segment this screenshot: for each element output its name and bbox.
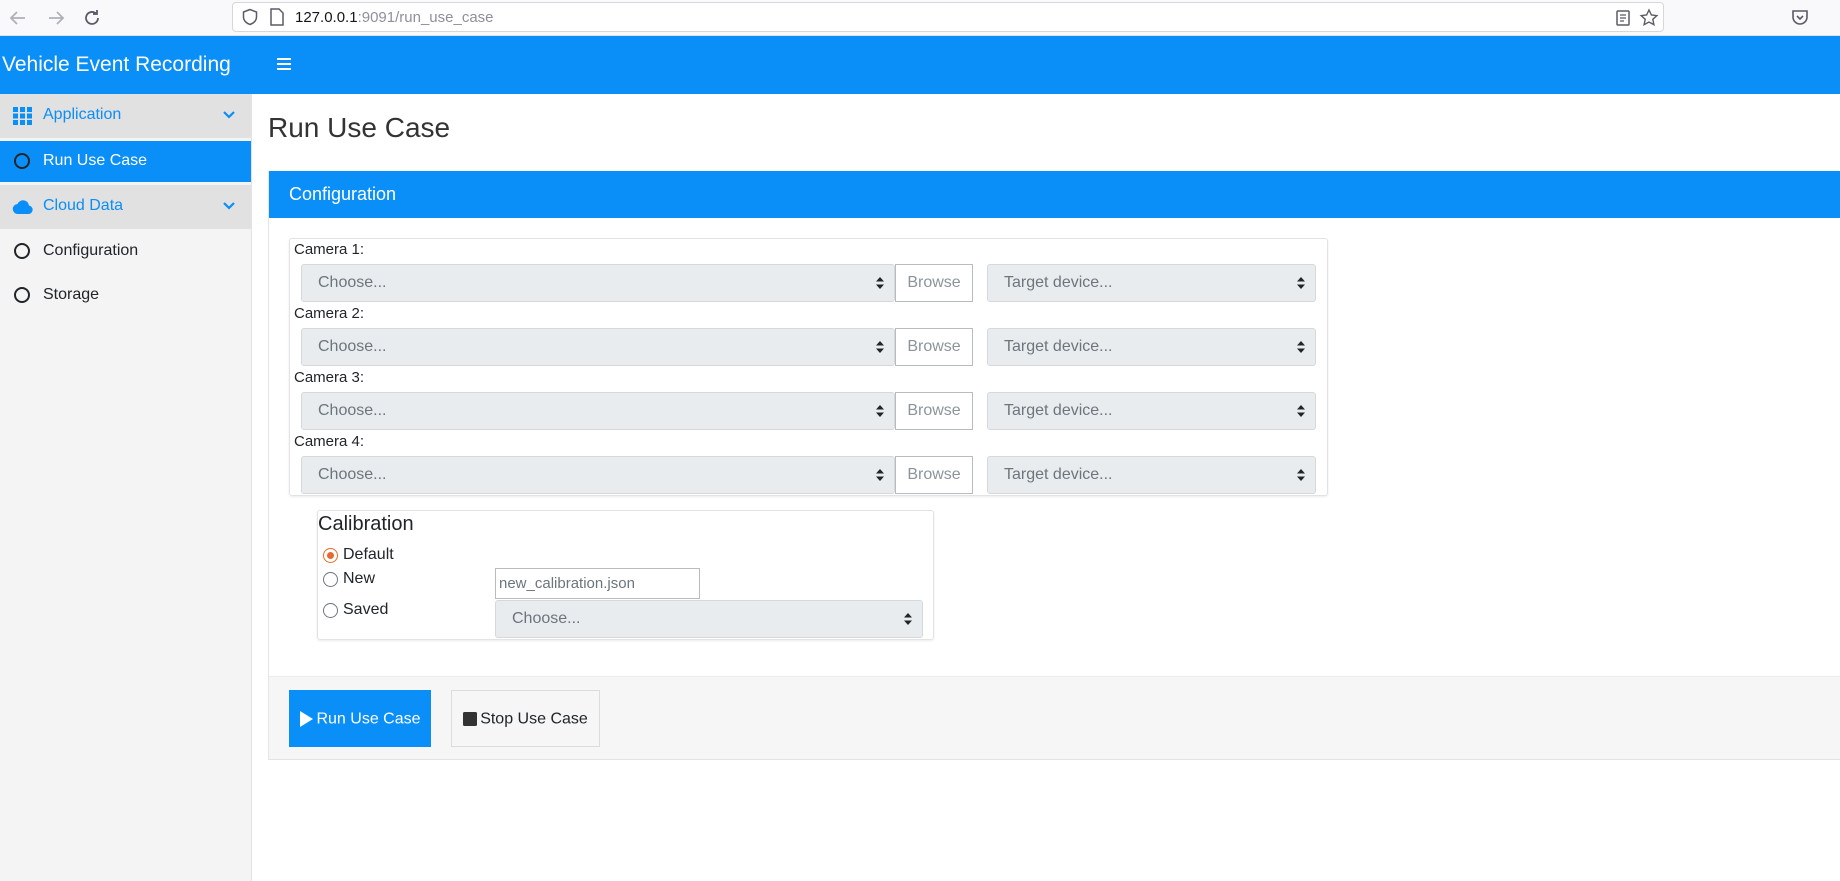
configuration-card: Configuration Camera 1: Choose... Browse…: [268, 171, 1840, 760]
select-value: Choose...: [318, 466, 387, 483]
select-arrows-icon: [876, 341, 884, 353]
sidebar-item-label: Storage: [43, 286, 100, 303]
sidebar-item-run-use-case[interactable]: Run Use Case: [0, 141, 251, 182]
select-arrows-icon: [904, 613, 912, 625]
select-arrows-icon: [876, 277, 884, 289]
url-path: :9091/run_use_case: [357, 9, 494, 26]
select-arrows-icon: [1297, 469, 1305, 481]
sidebar-item-configuration[interactable]: Configuration: [0, 231, 251, 272]
radio-label-saved[interactable]: Saved: [343, 601, 388, 619]
camera-3-browse-button[interactable]: Browse: [895, 392, 973, 430]
select-arrows-icon: [876, 405, 884, 417]
sidebar: Application Run Use Case Cloud Data Conf…: [0, 94, 252, 881]
camera-1-label: Camera 1:: [294, 241, 365, 258]
camera-4-label: Camera 4:: [294, 433, 365, 450]
circle-icon: [14, 243, 30, 259]
sidebar-group-application[interactable]: Application: [0, 94, 251, 138]
run-use-case-button[interactable]: Run Use Case: [289, 690, 431, 747]
sidebar-item-storage[interactable]: Storage: [0, 275, 251, 316]
sidebar-group-label: Application: [43, 106, 122, 123]
circle-icon: [14, 153, 30, 169]
calibration-panel: Calibration Default New Saved new_calibr…: [317, 510, 934, 640]
forward-arrow-icon[interactable]: [44, 6, 68, 30]
app-brand[interactable]: Vehicle Event Recording: [0, 36, 252, 94]
camera-2-source-select[interactable]: Choose...: [301, 328, 895, 366]
select-value: Choose...: [512, 610, 581, 627]
url-text[interactable]: 127.0.0.1:9091/run_use_case: [295, 9, 494, 26]
circle-icon: [14, 287, 30, 303]
reload-icon[interactable]: [80, 6, 104, 30]
calibration-title: Calibration: [318, 513, 414, 535]
camera-panel: Camera 1: Choose... Browse Target device…: [289, 238, 1328, 496]
shield-icon[interactable]: [241, 8, 259, 26]
new-calibration-filename-input[interactable]: new_calibration.json: [495, 568, 700, 599]
stop-button-label: Stop Use Case: [480, 710, 588, 728]
sidebar-group-cloud-data[interactable]: Cloud Data: [0, 185, 251, 229]
stop-use-case-button[interactable]: Stop Use Case: [451, 690, 600, 747]
browser-toolbar: 127.0.0.1:9091/run_use_case: [0, 0, 1840, 36]
camera-2-target-select[interactable]: Target device...: [987, 328, 1316, 366]
calibration-saved-radio[interactable]: [323, 603, 338, 618]
camera-2-browse-button[interactable]: Browse: [895, 328, 973, 366]
stop-icon: [463, 711, 478, 726]
camera-3-label: Camera 3:: [294, 369, 365, 386]
chevron-down-icon: [223, 111, 235, 119]
sidebar-item-label: Configuration: [43, 242, 139, 259]
card-footer: Run Use Case Stop Use Case: [269, 676, 1840, 760]
select-value: Choose...: [318, 338, 387, 355]
card-header: Configuration: [269, 171, 1840, 218]
page-icon: [270, 8, 284, 26]
camera-2-label: Camera 2:: [294, 305, 365, 322]
select-value: Choose...: [318, 402, 387, 419]
select-arrows-icon: [1297, 277, 1305, 289]
select-value: Target device...: [1004, 338, 1113, 355]
play-icon: [300, 710, 314, 727]
select-arrows-icon: [1297, 341, 1305, 353]
select-arrows-icon: [876, 469, 884, 481]
camera-1-browse-button[interactable]: Browse: [895, 264, 973, 302]
url-host: 127.0.0.1: [295, 9, 358, 26]
calibration-new-radio[interactable]: [323, 572, 338, 587]
camera-3-target-select[interactable]: Target device...: [987, 392, 1316, 430]
sidebar-item-label: Run Use Case: [43, 152, 148, 169]
select-value: Choose...: [318, 274, 387, 291]
select-value: Target device...: [1004, 466, 1113, 483]
grid-icon: [13, 107, 32, 125]
camera-1-source-select[interactable]: Choose...: [301, 264, 895, 302]
address-bar[interactable]: 127.0.0.1:9091/run_use_case: [232, 2, 1664, 32]
reader-view-icon[interactable]: [1613, 8, 1633, 28]
chevron-down-icon: [223, 202, 235, 210]
camera-1-target-select[interactable]: Target device...: [987, 264, 1316, 302]
camera-4-target-select[interactable]: Target device...: [987, 456, 1316, 494]
saved-calibration-select[interactable]: Choose...: [495, 600, 923, 638]
calibration-default-radio[interactable]: [323, 548, 338, 563]
cloud-icon: [12, 200, 33, 215]
page-title: Run Use Case: [268, 112, 451, 143]
pocket-icon[interactable]: [1790, 7, 1810, 27]
radio-label-new[interactable]: New: [343, 570, 375, 588]
camera-3-source-select[interactable]: Choose...: [301, 392, 895, 430]
camera-4-browse-button[interactable]: Browse: [895, 456, 973, 494]
back-arrow-icon[interactable]: [6, 6, 30, 30]
select-arrows-icon: [1297, 405, 1305, 417]
hamburger-menu-icon[interactable]: [274, 54, 294, 74]
radio-label-default[interactable]: Default: [343, 546, 394, 564]
camera-4-source-select[interactable]: Choose...: [301, 456, 895, 494]
run-button-label: Run Use Case: [316, 710, 421, 728]
select-value: Target device...: [1004, 402, 1113, 419]
sidebar-group-label: Cloud Data: [43, 197, 124, 214]
select-value: Target device...: [1004, 274, 1113, 291]
top-navbar: [252, 36, 1840, 94]
bookmark-star-icon[interactable]: [1639, 8, 1659, 28]
